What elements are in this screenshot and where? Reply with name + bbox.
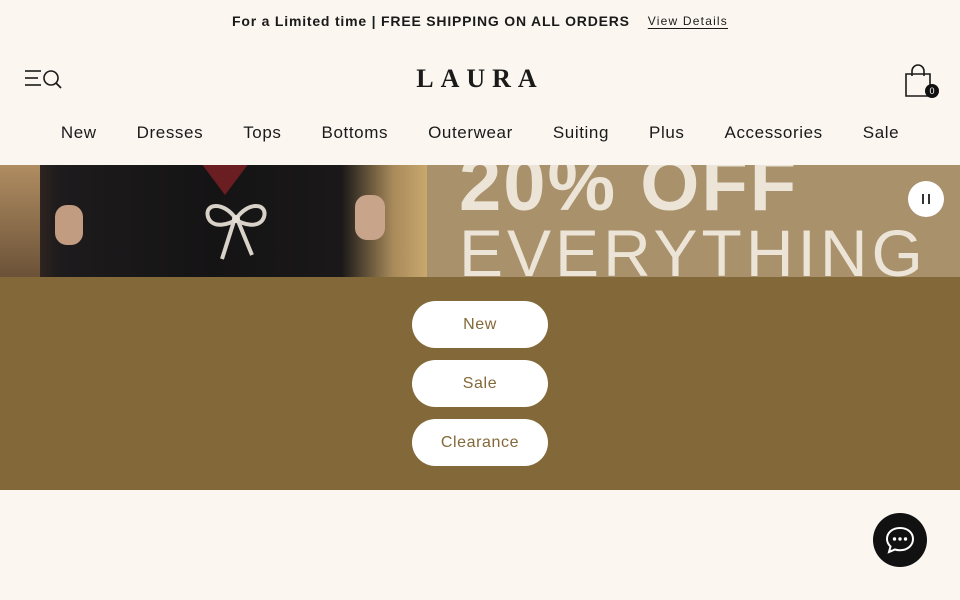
main-nav: New Dresses Tops Bottoms Outerwear Suiti… — [0, 121, 960, 147]
view-details-link[interactable]: View Details — [648, 14, 728, 28]
logo-container: LAURA — [0, 64, 960, 94]
chat-button[interactable] — [873, 513, 927, 567]
hero-subheadline: EVERYTHING — [459, 216, 927, 277]
cta-new-button[interactable]: New — [412, 301, 548, 348]
photo-hand-right — [355, 195, 385, 240]
pause-icon-bar — [928, 194, 930, 204]
cart-count-badge: 0 — [925, 84, 939, 98]
nav-item-sale[interactable]: Sale — [843, 121, 919, 147]
cta-sale-button[interactable]: Sale — [412, 360, 548, 407]
site-logo[interactable]: LAURA — [416, 64, 543, 93]
promo-bar: For a Limited time | FREE SHIPPING ON AL… — [0, 0, 960, 42]
nav-item-bottoms[interactable]: Bottoms — [302, 121, 409, 147]
hero-model-photo — [0, 165, 427, 277]
cta-clearance-button[interactable]: Clearance — [412, 419, 548, 466]
carousel-pause-button[interactable] — [908, 181, 944, 217]
nav-item-accessories[interactable]: Accessories — [705, 121, 843, 147]
nav-item-plus[interactable]: Plus — [629, 121, 704, 147]
cta-band: New Sale Clearance — [0, 277, 960, 490]
promo-text: For a Limited time | FREE SHIPPING ON AL… — [231, 13, 630, 29]
hero-offer-panel: 20% OFF EVERYTHING — [427, 165, 960, 277]
photo-collar-detail — [195, 165, 255, 195]
nav-item-new[interactable]: New — [41, 121, 117, 147]
cart-button[interactable]: 0 — [903, 64, 941, 100]
pause-icon — [922, 194, 924, 204]
hamburger-menu-icon — [25, 70, 62, 89]
hero-banner[interactable]: 20% OFF EVERYTHING — [0, 165, 960, 277]
menu-search-button[interactable] — [24, 68, 64, 92]
photo-hand-left — [55, 205, 83, 245]
photo-background-detail — [0, 165, 40, 277]
site-header: LAURA 0 New Dresses Tops Bottoms Outerwe… — [0, 42, 960, 165]
bow-brooch-icon — [205, 204, 267, 260]
nav-item-dresses[interactable]: Dresses — [117, 121, 224, 147]
search-icon — [43, 70, 62, 89]
chat-bubble-icon — [885, 526, 915, 554]
nav-item-outerwear[interactable]: Outerwear — [408, 121, 533, 147]
nav-item-tops[interactable]: Tops — [223, 121, 301, 147]
nav-item-suiting[interactable]: Suiting — [533, 121, 629, 147]
